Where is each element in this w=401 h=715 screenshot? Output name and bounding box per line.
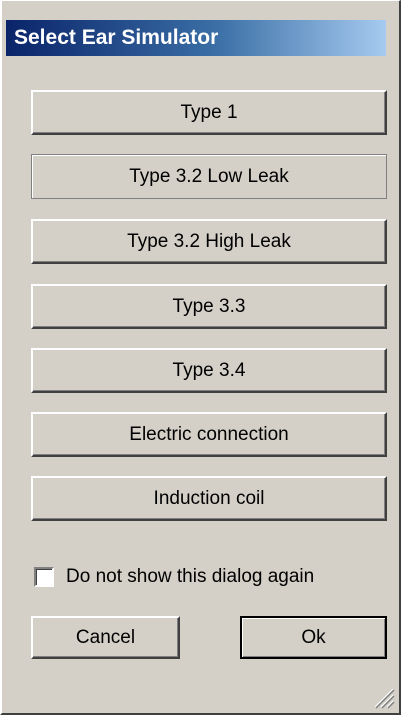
title-bar[interactable]: Select Ear Simulator — [6, 20, 386, 56]
induction-coil-button[interactable]: Induction coil — [31, 476, 387, 521]
dont-show-checkbox[interactable] — [34, 567, 54, 587]
type-3-4-button[interactable]: Type 3.4 — [31, 348, 387, 393]
cancel-button[interactable]: Cancel — [31, 616, 180, 659]
ok-button[interactable]: Ok — [240, 616, 387, 659]
ear-simulator-dialog: Select Ear Simulator Type 1 Type 3.2 Low… — [0, 0, 401, 715]
type-3-3-button[interactable]: Type 3.3 — [31, 284, 387, 329]
dialog-title: Select Ear Simulator — [14, 26, 219, 49]
type-3-2-low-leak-button[interactable]: Type 3.2 Low Leak — [31, 154, 387, 199]
type-3-2-high-leak-button[interactable]: Type 3.2 High Leak — [31, 219, 387, 264]
dont-show-option[interactable]: Do not show this dialog again — [34, 566, 314, 588]
electric-connection-button[interactable]: Electric connection — [31, 412, 387, 457]
dont-show-label: Do not show this dialog again — [66, 566, 315, 587]
type-1-button[interactable]: Type 1 — [31, 90, 387, 135]
resize-grip-icon[interactable] — [371, 685, 395, 709]
